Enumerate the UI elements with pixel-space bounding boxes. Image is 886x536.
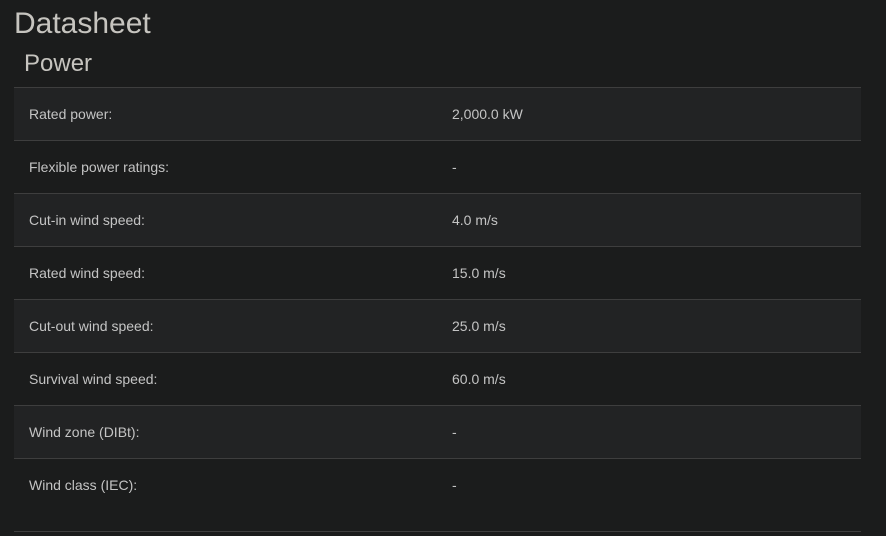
table-row-wind-class-iec: Wind class (IEC): - [14, 459, 861, 532]
row-value: 2,000.0 kW [452, 106, 523, 122]
datasheet-page: Datasheet Power Rated power: 2,000.0 kW … [0, 0, 886, 536]
row-label: Cut-in wind speed: [29, 212, 145, 228]
row-label: Cut-out wind speed: [29, 318, 154, 334]
table-row-survival-wind-speed: Survival wind speed: 60.0 m/s [14, 353, 861, 406]
row-label: Wind class (IEC): [29, 477, 138, 493]
table-row-cut-in-wind-speed: Cut-in wind speed: 4.0 m/s [14, 194, 861, 247]
row-label: Rated power: [29, 106, 113, 122]
row-value: - [452, 424, 457, 440]
row-label: Survival wind speed: [29, 371, 158, 387]
table-row-flexible-power-ratings: Flexible power ratings: - [14, 141, 861, 194]
row-value: 25.0 m/s [452, 318, 506, 334]
page-title: Datasheet [14, 7, 151, 40]
power-specs-table: Rated power: 2,000.0 kW Flexible power r… [14, 87, 861, 532]
table-row-cut-out-wind-speed: Cut-out wind speed: 25.0 m/s [14, 300, 861, 353]
table-row-rated-wind-speed: Rated wind speed: 15.0 m/s [14, 247, 861, 300]
row-value: 15.0 m/s [452, 265, 506, 281]
table-row-rated-power: Rated power: 2,000.0 kW [14, 88, 861, 141]
row-value: 60.0 m/s [452, 371, 506, 387]
row-value: - [452, 159, 457, 175]
row-label: Flexible power ratings: [29, 159, 170, 175]
row-value: - [452, 477, 457, 493]
row-label: Rated wind speed: [29, 265, 145, 281]
row-value: 4.0 m/s [452, 212, 498, 228]
section-title-power: Power [24, 50, 93, 77]
row-label: Wind zone (DIBt): [29, 424, 140, 440]
table-row-wind-zone-dibt: Wind zone (DIBt): - [14, 406, 861, 459]
